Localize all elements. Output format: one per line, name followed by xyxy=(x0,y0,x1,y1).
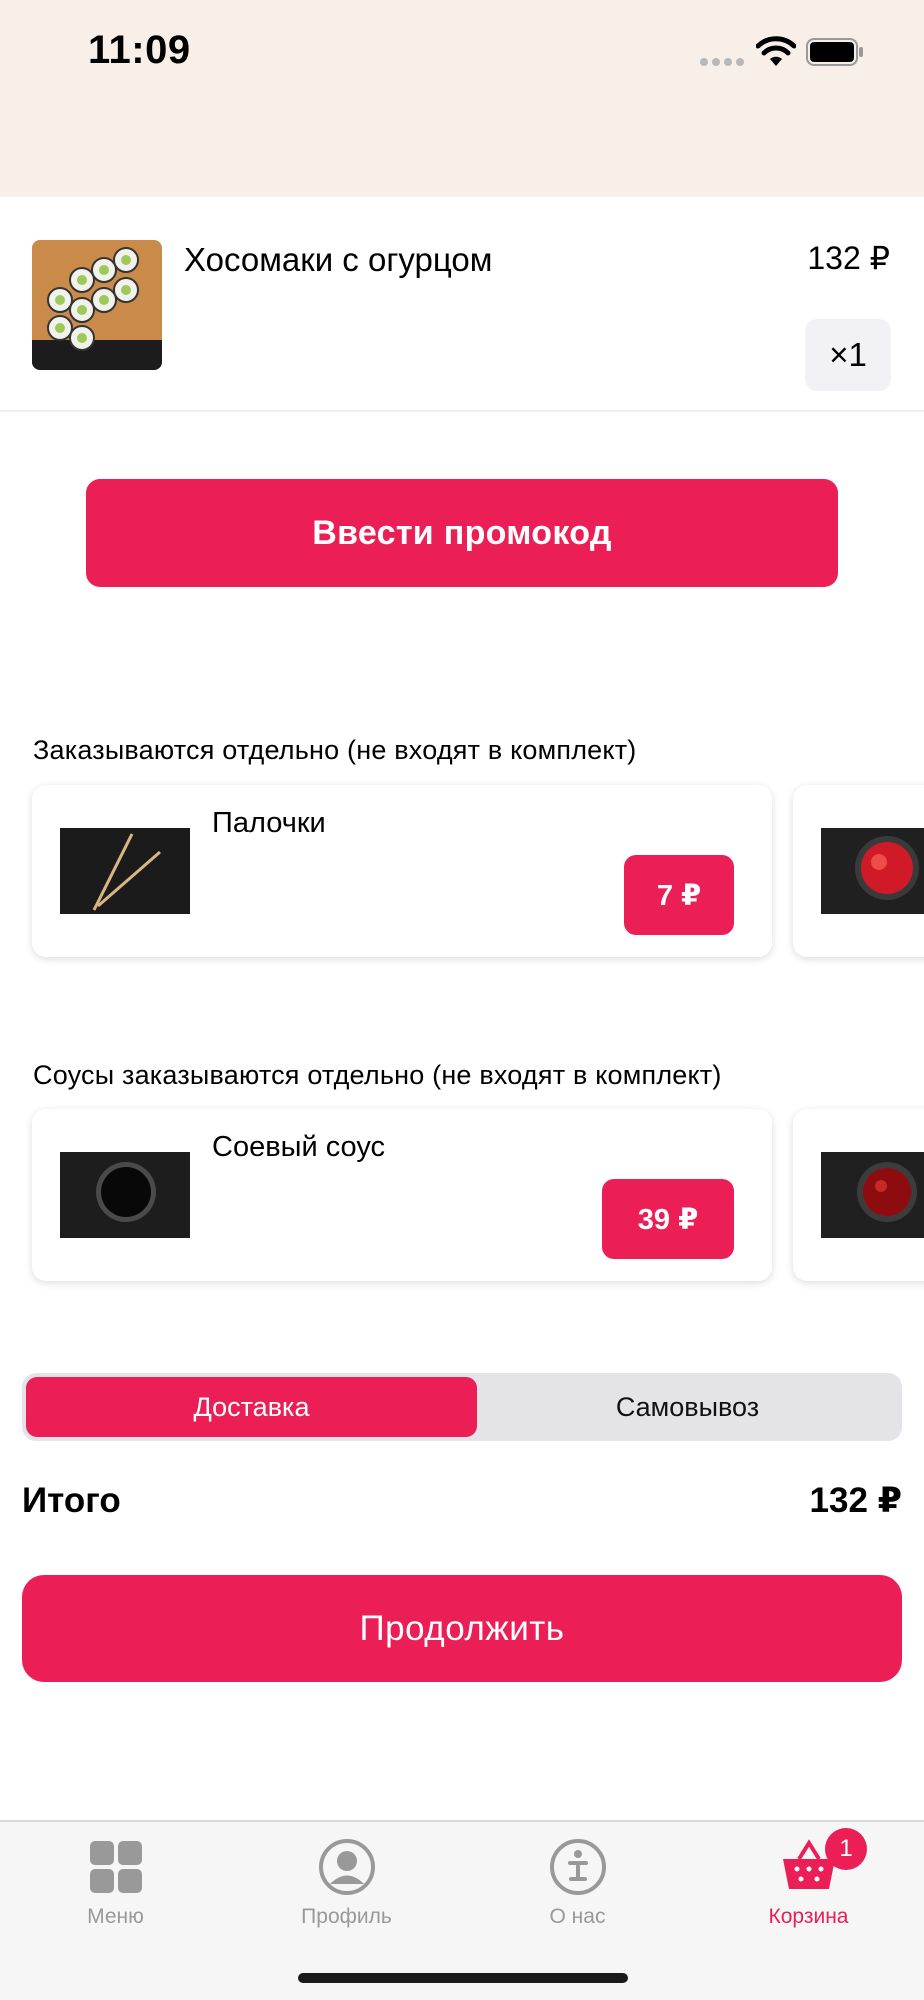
status-bar: 11:09 xyxy=(0,0,924,197)
home-indicator xyxy=(298,1973,628,1983)
quantity-button[interactable]: ×1 xyxy=(805,319,891,391)
ginger-image xyxy=(821,828,924,914)
cellular-signal-icon xyxy=(700,58,744,66)
continue-button[interactable]: Продолжить xyxy=(22,1575,902,1682)
promo-code-button[interactable]: Ввести промокод xyxy=(86,479,838,587)
sauce-item-name: Соевый соус xyxy=(212,1131,386,1163)
sauce-item-card[interactable]: Соевый соус 39 ₽ xyxy=(32,1109,772,1281)
extra-item-card-next[interactable] xyxy=(793,785,924,957)
delivery-option[interactable]: Доставка xyxy=(26,1377,477,1437)
total-value: 132 ₽ xyxy=(809,1481,902,1520)
tab-cart[interactable]: Корзина xyxy=(693,1834,924,1944)
chopsticks-image xyxy=(60,828,190,914)
hosomaki-image xyxy=(32,240,162,370)
cart-item-name: Хосомаки с огурцом xyxy=(184,241,493,278)
tab-cart-label: Корзина xyxy=(768,1905,849,1928)
tab-about-label: О нас xyxy=(549,1905,606,1928)
wifi-icon xyxy=(756,36,796,66)
tab-menu[interactable]: Меню xyxy=(0,1834,231,1944)
total-label: Итого xyxy=(22,1481,121,1520)
sauces-section-title: Соусы заказываются отдельно (не входят в… xyxy=(33,1060,722,1090)
tab-about[interactable]: О нас xyxy=(462,1834,693,1944)
soy-sauce-image xyxy=(60,1152,190,1238)
cart-item: Хосомаки с огурцом 132 ₽ ×1 xyxy=(0,197,924,412)
tab-profile-label: Профиль xyxy=(301,1905,392,1928)
tab-menu-label: Меню xyxy=(87,1905,144,1928)
grid-icon xyxy=(89,1841,142,1893)
info-icon xyxy=(549,1839,606,1895)
profile-icon xyxy=(318,1839,375,1895)
tab-profile[interactable]: Профиль xyxy=(231,1834,462,1944)
pickup-option[interactable]: Самовывоз xyxy=(477,1377,898,1437)
extras-section-title: Заказываются отдельно (не входят в компл… xyxy=(33,735,637,765)
add-sauce-price-button[interactable]: 39 ₽ xyxy=(602,1179,734,1259)
add-extra-price-button[interactable]: 7 ₽ xyxy=(624,855,734,935)
spicy-sauce-image xyxy=(821,1152,924,1238)
extra-item-card[interactable]: Палочки 7 ₽ xyxy=(32,785,772,957)
cart-count-badge: 1 xyxy=(825,1828,867,1870)
battery-icon xyxy=(806,38,863,66)
sauce-item-card-next[interactable] xyxy=(793,1109,924,1281)
cart-item-price: 132 ₽ xyxy=(807,240,890,276)
extra-item-name: Палочки xyxy=(212,807,326,839)
delivery-method-toggle: Доставка Самовывоз xyxy=(22,1373,902,1441)
status-time: 11:09 xyxy=(88,28,191,72)
